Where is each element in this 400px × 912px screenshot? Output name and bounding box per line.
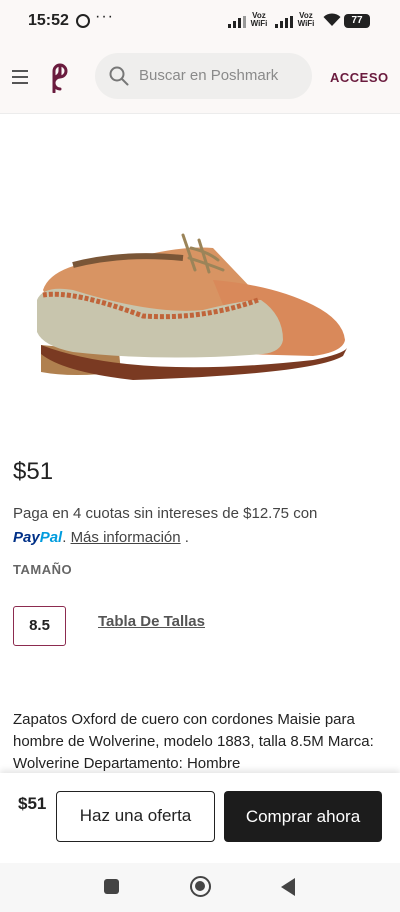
size-heading: TAMAÑO [13, 562, 73, 577]
make-offer-button[interactable]: Haz una oferta [56, 791, 215, 842]
purchase-action-bar: $51 Haz una oferta Comprar ahora [0, 773, 400, 863]
installments-info: Paga en 4 cuotas sin intereses de $12.75… [13, 505, 318, 546]
more-info-suffix: . [180, 529, 189, 546]
buy-now-button[interactable]: Comprar ahora [224, 791, 382, 842]
product-description: Zapatos Oxford de cuero con cordones Mai… [13, 711, 374, 772]
system-nav-bar [0, 863, 400, 912]
login-link[interactable]: ACCESO [330, 70, 389, 85]
product-image[interactable] [13, 140, 386, 432]
search-input[interactable]: Buscar en Poshmark [139, 67, 278, 84]
hamburger-menu-icon[interactable] [12, 70, 28, 84]
signal-icon [275, 16, 293, 28]
more-info-link[interactable]: Más información [71, 529, 181, 546]
poshmark-logo-icon[interactable] [46, 63, 74, 93]
size-option[interactable]: 8.5 [13, 606, 66, 646]
size-chart-link[interactable]: Tabla De Tallas [98, 613, 205, 630]
battery-icon: 77 [344, 14, 370, 28]
search-icon [109, 66, 129, 86]
signal-icon [228, 16, 246, 28]
status-bar: 15:52 ··· Voz WiFi Voz WiFi 77 [0, 0, 400, 44]
installments-text: Paga en 4 cuotas sin intereses de $12.75… [13, 505, 318, 522]
wifi-icon [323, 13, 341, 26]
whatsapp-icon [76, 14, 90, 28]
paypal-logo-part: Pal [39, 529, 63, 546]
back-icon[interactable] [281, 878, 295, 896]
volte-label: Voz WiFi [297, 11, 315, 28]
paypal-logo: PayPal [13, 529, 62, 546]
app-header: Buscar en Poshmark ACCESO [0, 44, 400, 114]
product-price: $51 [13, 458, 54, 485]
home-icon[interactable] [190, 876, 211, 897]
paypal-logo-part: Pay [13, 529, 40, 546]
more-notifications-icon: ··· [95, 8, 114, 25]
search-bar[interactable]: Buscar en Poshmark [95, 53, 312, 99]
status-time: 15:52 [28, 12, 69, 29]
action-bar-price: $51 [18, 794, 47, 813]
volte-label: Voz WiFi [250, 11, 268, 28]
recent-apps-icon[interactable] [104, 879, 119, 894]
